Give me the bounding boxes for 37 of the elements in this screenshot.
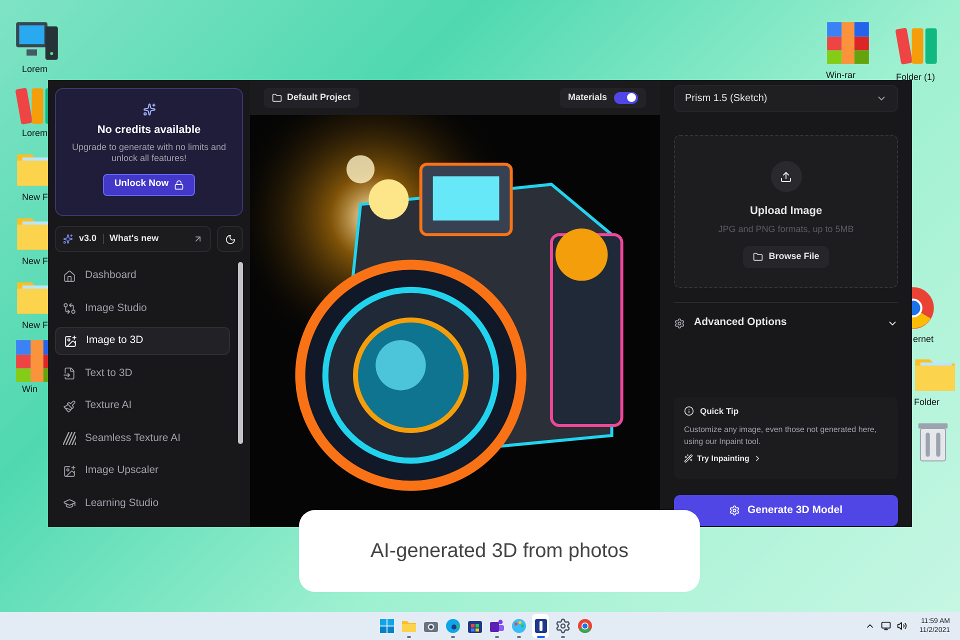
version-number: v3.0 [79, 232, 97, 246]
icon-label: Win-rar [826, 70, 856, 81]
caption-text: AI-generated 3D from photos [370, 539, 628, 564]
tip-text: Customize any image, even those not generated here, using our Inpaint tool. [684, 424, 878, 448]
project-button[interactable]: Default Project [264, 88, 359, 108]
advanced-options-toggle[interactable]: Advanced Options [674, 313, 898, 333]
nav-item[interactable]: Texture AI [55, 392, 230, 420]
nav-item[interactable]: Image to 3D [55, 327, 230, 355]
icon-label: ernet [913, 334, 934, 345]
upload-area[interactable]: Upload Image JPG and PNG formats, up to 5MB Browse File [674, 135, 898, 288]
icon-label: Folder [914, 397, 940, 408]
browse-button[interactable]: Browse File [742, 246, 830, 268]
nav-item[interactable]: Dashboard [55, 262, 230, 290]
icon-label: New F [22, 192, 50, 203]
icon-label: New F [22, 256, 50, 267]
nav-item[interactable]: Seamless Texture AI [55, 424, 230, 452]
upload-title: Upload Image [750, 204, 822, 219]
icon-label: New F [22, 320, 50, 331]
icon-label: Lorem [22, 64, 49, 75]
tip-title: Quick Tip [700, 405, 739, 418]
generate-button[interactable]: Generate 3D Model [674, 495, 898, 526]
unlock-button[interactable]: Unlock Now [103, 174, 195, 196]
nav-item[interactable]: Image Studio [55, 294, 230, 322]
version-pill[interactable]: v3.0 What's new [55, 226, 211, 252]
nav-item[interactable]: Text to 3D [55, 360, 230, 388]
credits-text: Upgrade to generate with no limits and unlock all features! [70, 142, 228, 164]
nav-item[interactable]: Learning Studio [55, 490, 230, 518]
materials-label: Materials [568, 90, 607, 104]
try-inpainting-link[interactable]: Try Inpainting [684, 452, 888, 465]
nav-item[interactable]: Image Upscaler [55, 457, 230, 485]
icon-label: Lorem [22, 128, 49, 139]
whats-new-link[interactable]: What's new [110, 232, 159, 246]
icon-label: Win [22, 384, 38, 395]
icon-label: Folder (1) [896, 72, 936, 83]
upload-hint: JPG and PNG formats, up to 5MB [718, 222, 854, 236]
model-select[interactable]: Prism 1.5 (Sketch) [674, 85, 898, 112]
credits-title: No credits available [97, 123, 201, 138]
